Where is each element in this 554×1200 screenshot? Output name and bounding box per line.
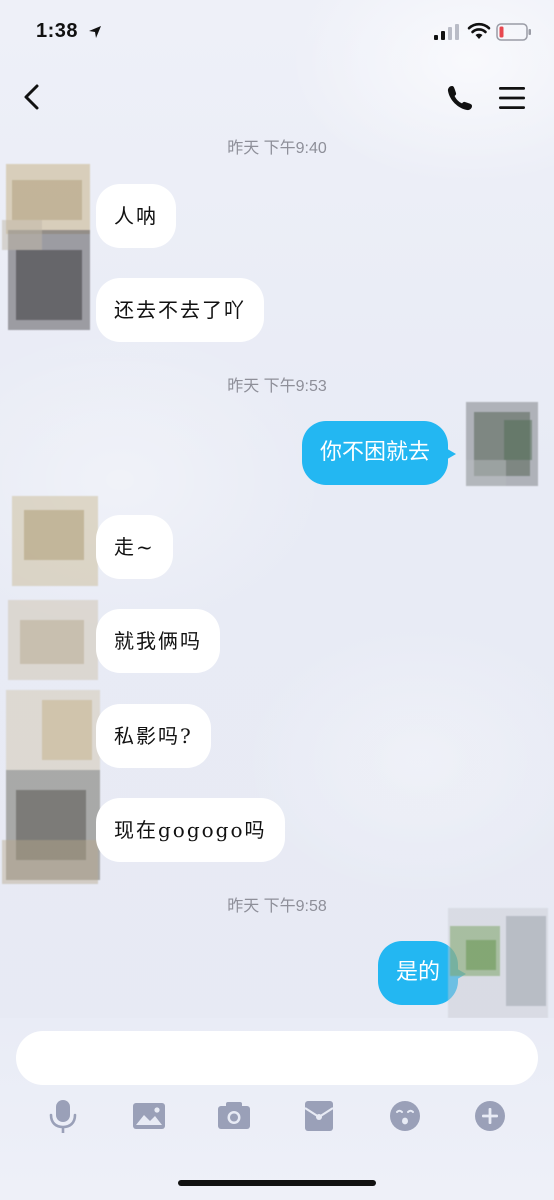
status-bar: 1:38 <box>0 0 554 64</box>
emoji-icon[interactable] <box>389 1100 421 1132</box>
message-composer <box>0 1018 554 1200</box>
my-avatar[interactable] <box>446 906 552 1020</box>
incoming-message: 现在gogogo吗 <box>96 798 285 862</box>
contact-avatar[interactable] <box>2 490 102 890</box>
incoming-message: 人呐 <box>96 184 176 248</box>
wifi-icon <box>467 22 491 39</box>
incoming-message: 还去不去了吖 <box>96 278 264 342</box>
camera-icon[interactable] <box>217 1100 251 1130</box>
back-icon[interactable] <box>20 83 44 111</box>
incoming-message: 私影吗? <box>96 704 211 768</box>
incoming-message: 就我俩吗 <box>96 609 220 673</box>
incoming-message: 走~ <box>96 515 173 579</box>
signal-icon <box>434 24 459 40</box>
plus-icon[interactable] <box>474 1100 506 1132</box>
nav-bar <box>0 64 554 130</box>
microphone-icon[interactable] <box>48 1098 78 1136</box>
battery-icon <box>496 23 531 41</box>
red-packet-icon[interactable] <box>304 1100 334 1132</box>
menu-icon[interactable] <box>498 86 526 110</box>
message-input[interactable] <box>16 1031 538 1085</box>
contact-avatar[interactable] <box>2 160 94 340</box>
status-time: 1:38 <box>36 20 79 42</box>
location-arrow-icon <box>89 26 101 38</box>
my-avatar[interactable] <box>464 400 540 488</box>
outgoing-message: 你不困就去 <box>302 421 457 485</box>
message-timestamp: 昨天 下午9:53 <box>227 378 327 395</box>
home-indicator[interactable] <box>178 1180 376 1186</box>
message-timestamp: 昨天 下午9:40 <box>227 140 327 157</box>
phone-icon[interactable] <box>446 84 474 112</box>
image-icon[interactable] <box>132 1102 166 1130</box>
